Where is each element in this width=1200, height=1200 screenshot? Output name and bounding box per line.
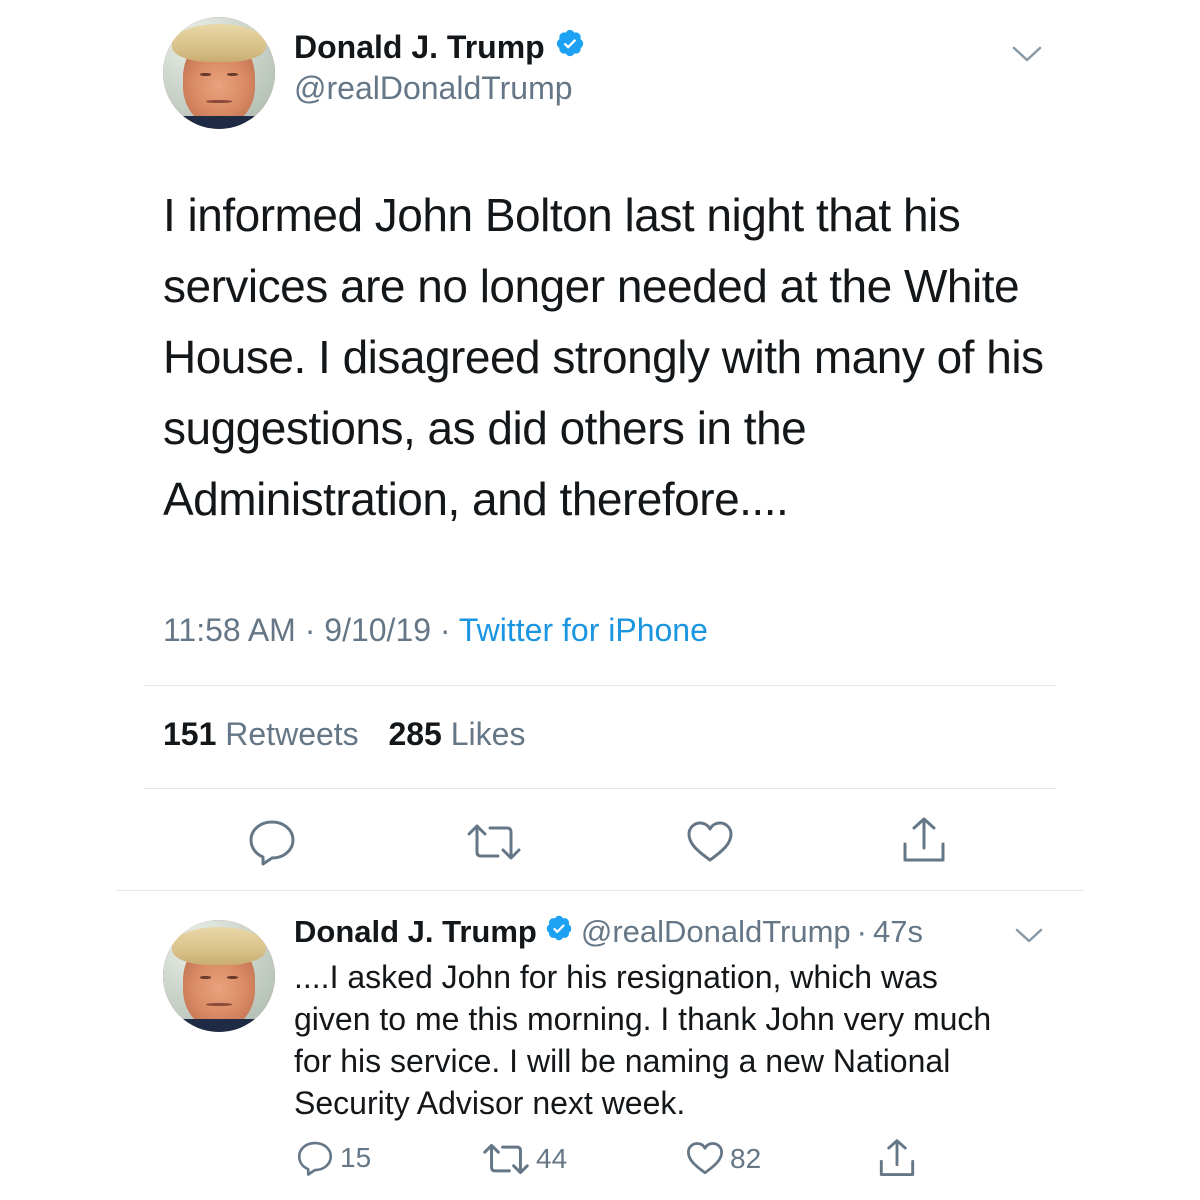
reply-text-line: for his service. I will be naming a new …	[294, 1043, 951, 1079]
author-name-row[interactable]: Donald J. Trump	[294, 28, 585, 66]
like-count: 82	[730, 1142, 762, 1174]
retweets-label[interactable]: Retweets	[225, 716, 358, 752]
avatar-hair	[171, 926, 267, 965]
author-handle-row: @realDonaldTrump	[294, 70, 573, 107]
tweet-text-line: suggestions, as did others in the	[163, 402, 807, 454]
reply-author-avatar[interactable]	[163, 920, 275, 1032]
share-icon	[879, 1139, 915, 1176]
reply-author-handle[interactable]: @realDonaldTrump	[581, 914, 851, 950]
reply-share-button[interactable]	[878, 1138, 916, 1178]
tweet-date[interactable]: 9/10/19	[324, 612, 431, 648]
divider	[116, 890, 1084, 891]
reply-text-line: ....I asked John for his resignation, wh…	[294, 959, 938, 995]
likes-label[interactable]: Likes	[451, 716, 526, 752]
reply-count: 15	[340, 1142, 372, 1173]
tweet-text-line: services are no longer needed at the Whi…	[163, 260, 1020, 312]
tweet-text-line: Administration, and therefore....	[163, 473, 789, 525]
reply-tweet-text: ....I asked John for his resignation, wh…	[294, 956, 1074, 1124]
reply-author-display-name[interactable]: Donald J. Trump	[294, 914, 537, 950]
reply-text-line: given to me this morning. I thank John v…	[294, 1001, 992, 1037]
tweet-stats: 151 Retweets 285 Likes	[163, 716, 525, 753]
tweet-text-line: House. I disagreed strongly with many of…	[163, 331, 1044, 383]
avatar-hair	[171, 23, 267, 62]
retweet-count: 44	[536, 1143, 568, 1174]
reply-text-line: Security Advisor next week.	[294, 1085, 686, 1121]
chevron-down-icon[interactable]	[1010, 42, 1044, 66]
retweet-icon[interactable]	[466, 822, 522, 862]
reply-author-row: Donald J. Trump @realDonaldTrump · 47s	[294, 914, 923, 950]
share-icon[interactable]	[901, 816, 947, 864]
meta-separator: ·	[304, 612, 316, 648]
reply-time-ago[interactable]: 47s	[873, 914, 923, 950]
tweet-time[interactable]: 11:58 AM	[163, 612, 296, 648]
retweets-count[interactable]: 151	[163, 716, 216, 752]
reply-like-button[interactable]: 82	[686, 1141, 761, 1176]
tweet-text: I informed John Bolton last night that h…	[163, 180, 1063, 535]
heart-icon	[686, 1142, 724, 1175]
avatar-suit	[168, 1018, 270, 1032]
retweet-icon	[483, 1143, 529, 1175]
divider	[144, 788, 1056, 789]
likes-count[interactable]: 285	[388, 716, 441, 752]
tweet-text-line: I informed John Bolton last night that h…	[163, 189, 961, 241]
author-handle[interactable]: @realDonaldTrump	[294, 70, 573, 107]
heart-icon[interactable]	[686, 820, 734, 864]
tweet-source-link[interactable]: Twitter for iPhone	[459, 612, 708, 648]
chevron-down-icon[interactable]	[1014, 926, 1044, 946]
author-display-name[interactable]: Donald J. Trump	[294, 29, 545, 66]
reply-reply-button[interactable]: 15	[296, 1140, 371, 1176]
reply-retweet-button[interactable]: 44	[482, 1142, 567, 1176]
author-avatar[interactable]	[163, 17, 275, 129]
verified-badge-icon	[555, 28, 585, 66]
divider	[144, 685, 1056, 686]
meta-separator: ·	[439, 612, 451, 648]
reply-icon[interactable]	[247, 818, 297, 866]
avatar-suit	[168, 115, 270, 129]
tweet-timestamp-line: 11:58 AM · 9/10/19 · Twitter for iPhone	[163, 612, 708, 649]
reply-icon	[297, 1141, 333, 1176]
tweet-thread-screenshot: Donald J. Trump @realDonaldTrump I infor…	[0, 0, 1200, 1200]
meta-separator: ·	[856, 914, 867, 949]
verified-badge-icon	[545, 914, 573, 950]
